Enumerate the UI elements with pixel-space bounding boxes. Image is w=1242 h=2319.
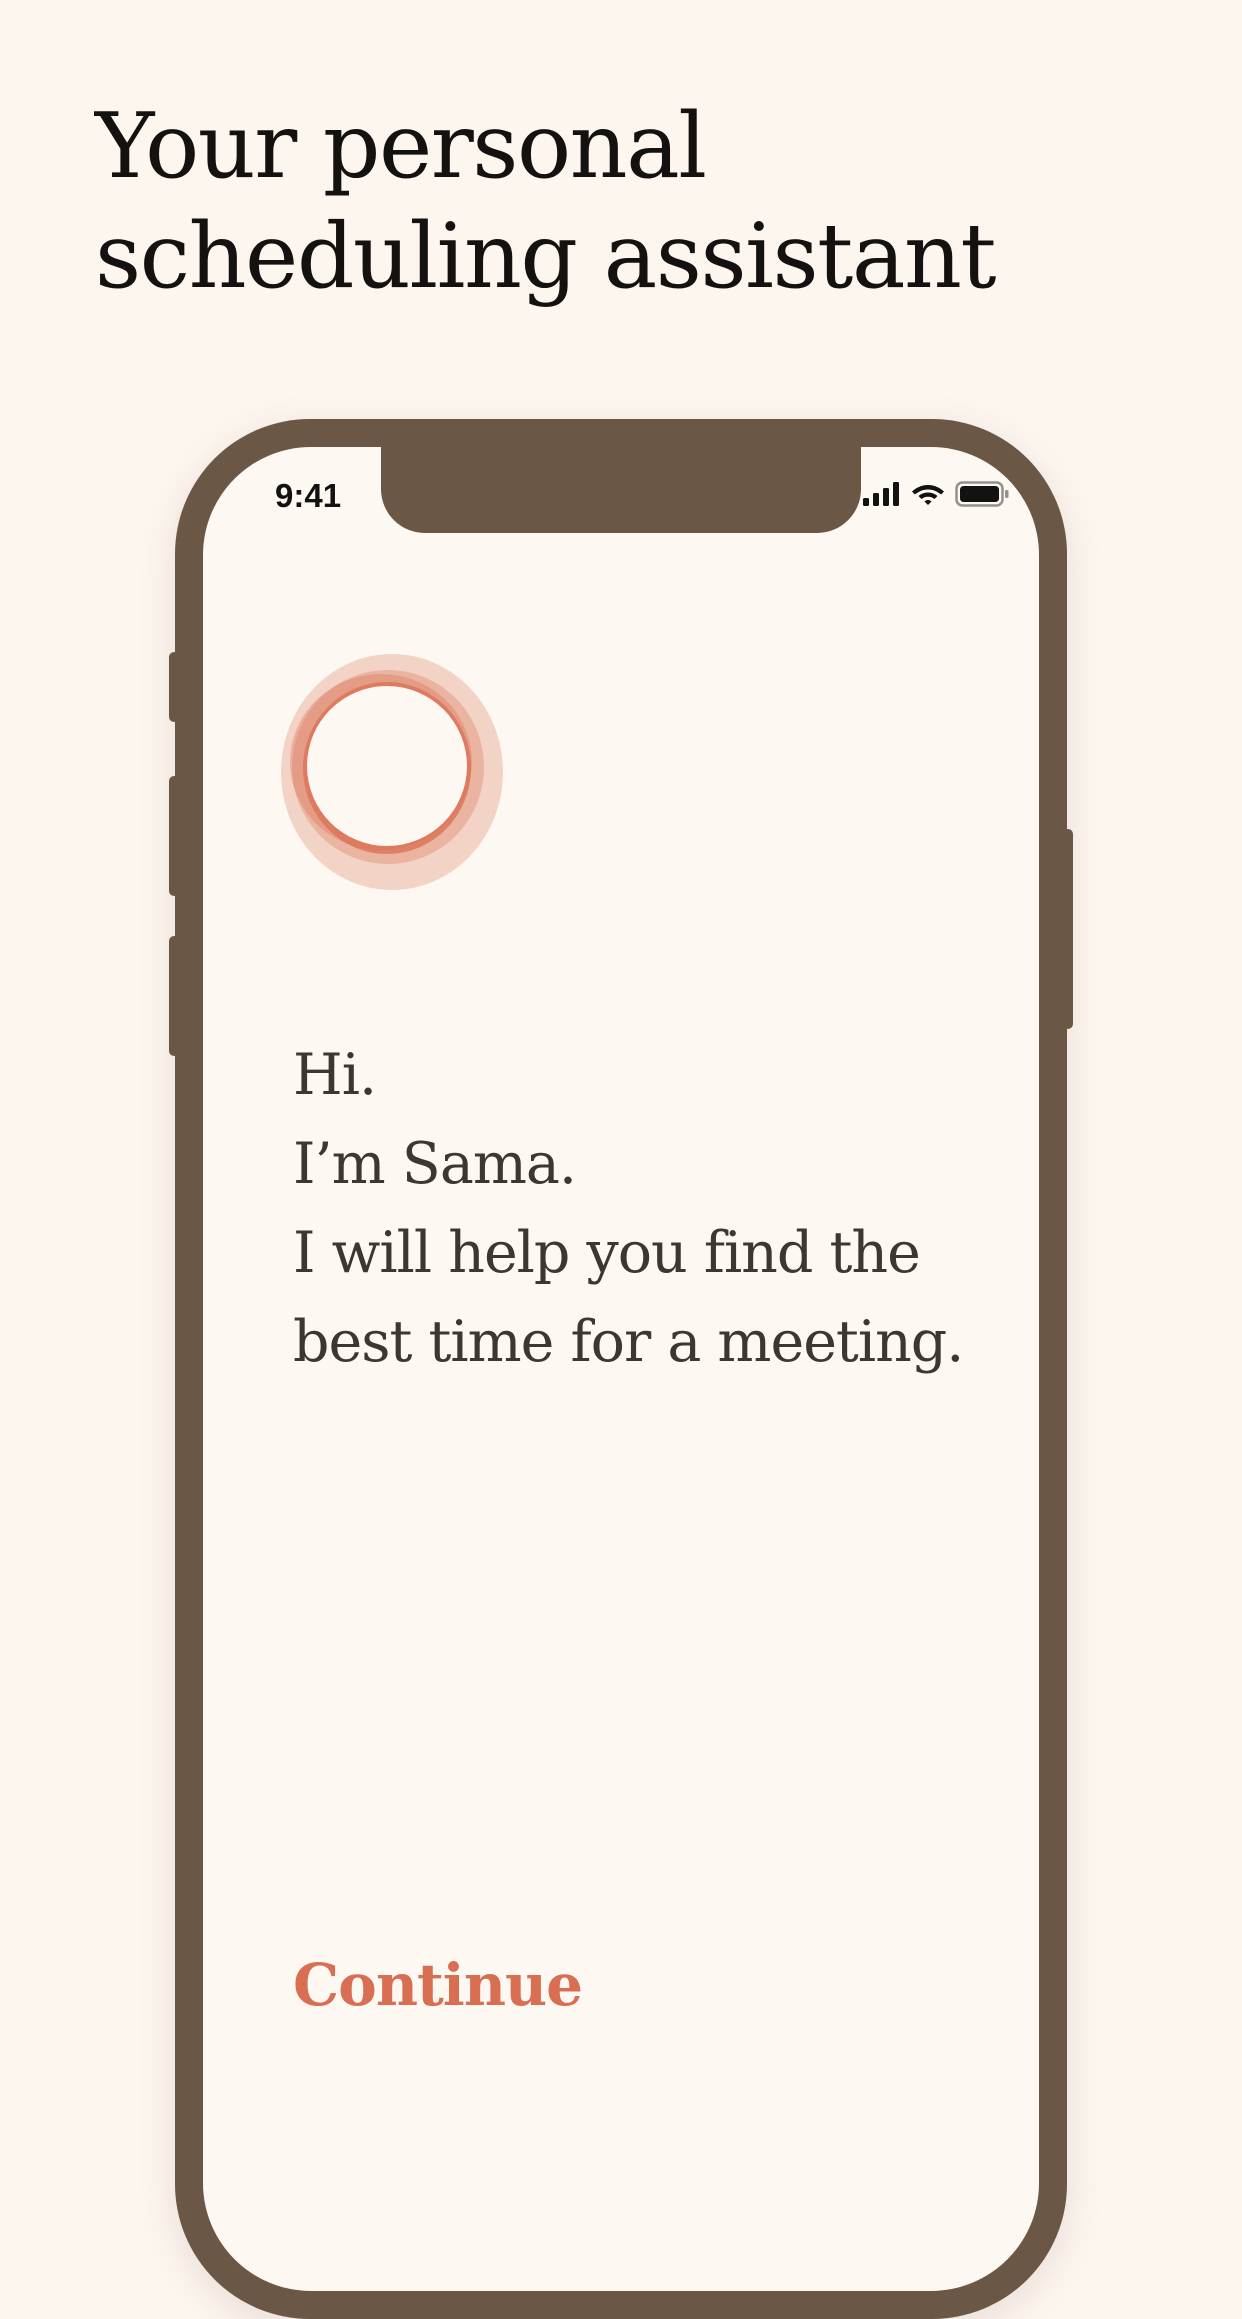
phone-screen: 9:41 Hi. I’m Sama. I will help you find … xyxy=(203,447,1039,2291)
phone-volume-down-button xyxy=(169,936,179,1056)
greeting-line-3: I will help you find the xyxy=(293,1220,921,1286)
greeting-line-2: I’m Sama. xyxy=(293,1131,577,1197)
greeting-line-4: best time for a meeting. xyxy=(293,1309,964,1375)
status-time: 9:41 xyxy=(275,477,342,514)
phone-silent-switch xyxy=(169,652,179,722)
headline-line-2: scheduling assistant xyxy=(95,204,997,309)
sama-ring-logo-icon xyxy=(281,654,503,890)
continue-button[interactable]: Continue xyxy=(293,1951,583,2019)
page-headline: Your personal scheduling assistant xyxy=(95,92,1195,312)
cellular-signal-icon xyxy=(863,482,899,506)
phone-power-button xyxy=(1063,829,1073,1029)
wifi-icon xyxy=(912,485,944,505)
greeting-line-1: Hi. xyxy=(293,1042,377,1108)
headline-line-1: Your personal xyxy=(95,94,707,199)
status-icons xyxy=(863,481,1009,507)
greeting-text: Hi. I’m Sama. I will help you find the b… xyxy=(293,1031,1033,1387)
battery-icon xyxy=(955,481,1009,507)
phone-notch xyxy=(381,447,861,533)
phone-volume-up-button xyxy=(169,776,179,896)
phone-mockup: 9:41 Hi. I’m Sama. I will help you find … xyxy=(169,419,1073,2319)
